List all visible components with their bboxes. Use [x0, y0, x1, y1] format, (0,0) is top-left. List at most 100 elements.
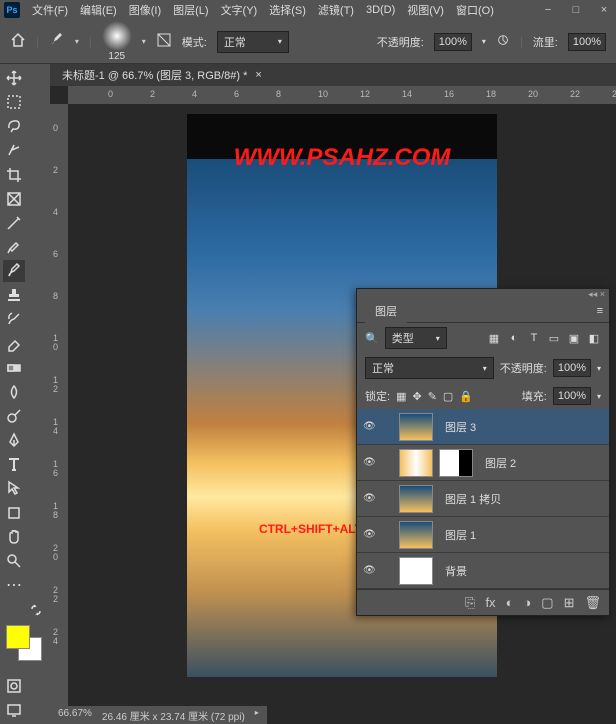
collapse-icon[interactable]: ◂◂	[588, 289, 597, 300]
layer-opacity-input[interactable]: 100%	[553, 359, 591, 377]
layer-name[interactable]: 背景	[445, 563, 467, 579]
panel-close-icon[interactable]: ×	[600, 289, 605, 299]
eyedropper-tool[interactable]	[3, 212, 25, 234]
blur-tool[interactable]	[3, 381, 25, 403]
lock-image-icon[interactable]: ✎	[428, 390, 437, 403]
path-select-tool[interactable]	[3, 477, 25, 499]
pressure-opacity-icon[interactable]	[496, 33, 510, 50]
panel-menu-icon[interactable]: ≡	[597, 305, 603, 317]
shape-tool[interactable]	[3, 502, 25, 524]
layer-name[interactable]: 图层 3	[445, 419, 476, 435]
minimize-button[interactable]: −	[540, 2, 556, 18]
lasso-tool[interactable]	[3, 115, 25, 137]
layer-thumbnail[interactable]	[399, 521, 433, 549]
edit-toolbar[interactable]: ⋯	[3, 574, 25, 596]
history-brush-tool[interactable]	[3, 308, 25, 330]
visibility-icon[interactable]: 👁	[363, 457, 377, 468]
hand-tool[interactable]	[3, 526, 25, 548]
filter-toggle[interactable]: ◧	[587, 331, 601, 345]
layer-thumbnail[interactable]	[399, 485, 433, 513]
group-icon[interactable]: ▢	[541, 595, 553, 611]
lock-artboard-icon[interactable]: ▢	[443, 390, 453, 403]
menu-view[interactable]: 视图(V)	[407, 2, 444, 18]
layer-thumbnail[interactable]	[399, 557, 433, 585]
layer-row[interactable]: 👁 图层 1	[357, 517, 609, 553]
layer-row[interactable]: 👁 图层 2	[357, 445, 609, 481]
brush-settings-icon[interactable]	[156, 32, 172, 51]
layer-name[interactable]: 图层 1 拷贝	[445, 491, 501, 507]
menu-edit[interactable]: 编辑(E)	[80, 2, 117, 18]
zoom-level[interactable]: 66.67%	[58, 708, 92, 722]
frame-tool[interactable]	[3, 188, 25, 210]
swap-colors-icon[interactable]	[30, 604, 42, 616]
menu-filter[interactable]: 滤镜(T)	[318, 2, 354, 18]
document-tab[interactable]: 未标题-1 @ 66.7% (图层 3, RGB/8#) * ×	[50, 64, 616, 86]
menu-type[interactable]: 文字(Y)	[221, 2, 258, 18]
fill-input[interactable]: 100%	[553, 387, 591, 405]
menu-window[interactable]: 窗口(O)	[456, 2, 494, 18]
visibility-icon[interactable]: 👁	[363, 493, 377, 504]
stamp-tool[interactable]	[3, 284, 25, 306]
filter-shape-icon[interactable]: ▭	[547, 331, 561, 345]
screenmode-tool[interactable]	[3, 699, 25, 721]
quickmask-tool[interactable]	[3, 675, 25, 697]
filter-type-dropdown[interactable]: 类型▾	[385, 327, 447, 349]
layers-tab[interactable]: 图层	[365, 299, 407, 323]
blend-mode-dropdown[interactable]: 正常 ▾	[217, 31, 289, 53]
move-tool[interactable]	[3, 67, 25, 89]
menu-select[interactable]: 选择(S)	[269, 2, 306, 18]
filter-smart-icon[interactable]: ▣	[567, 331, 581, 345]
layer-row[interactable]: 👁 图层 3	[357, 409, 609, 445]
layer-thumbnail[interactable]	[399, 449, 433, 477]
color-swatches[interactable]	[6, 625, 46, 665]
type-tool[interactable]	[3, 453, 25, 475]
visibility-icon[interactable]: 👁	[363, 529, 377, 540]
pen-tool[interactable]	[3, 429, 25, 451]
close-button[interactable]: ×	[596, 2, 612, 18]
mask-thumbnail[interactable]	[439, 449, 473, 477]
dodge-tool[interactable]	[3, 405, 25, 427]
gradient-tool[interactable]	[3, 357, 25, 379]
layer-thumbnail[interactable]	[399, 413, 433, 441]
layer-row[interactable]: 👁 图层 1 拷贝	[357, 481, 609, 517]
flow-input[interactable]: 100%	[568, 33, 606, 51]
brush-preview[interactable]	[102, 21, 132, 51]
lock-pixels-icon[interactable]: ▦	[396, 390, 406, 403]
crop-tool[interactable]	[3, 164, 25, 186]
eraser-tool[interactable]	[3, 333, 25, 355]
filter-adjust-icon[interactable]: ◐	[507, 331, 521, 345]
mask-icon[interactable]: ◐	[506, 595, 514, 610]
home-icon[interactable]	[10, 32, 26, 51]
delete-layer-icon[interactable]: 🗑	[584, 595, 601, 611]
adjustment-icon[interactable]: ◑	[523, 595, 531, 610]
lock-position-icon[interactable]: ✥	[412, 390, 421, 403]
visibility-icon[interactable]: 👁	[363, 421, 377, 432]
visibility-icon[interactable]: 👁	[363, 565, 377, 576]
zoom-tool[interactable]	[3, 550, 25, 572]
lock-all-icon[interactable]: 🔒	[459, 390, 473, 403]
panel-drag-handle[interactable]: ◂◂ ×	[357, 289, 609, 299]
menu-file[interactable]: 文件(F)	[32, 2, 68, 18]
layer-name[interactable]: 图层 2	[485, 455, 516, 471]
layer-row[interactable]: 👁 背景	[357, 553, 609, 589]
heal-tool[interactable]	[3, 236, 25, 258]
link-layers-icon[interactable]: ⎘	[465, 595, 475, 611]
menu-3d[interactable]: 3D(D)	[366, 4, 395, 16]
quick-select-tool[interactable]	[3, 139, 25, 161]
layer-name[interactable]: 图层 1	[445, 527, 476, 543]
brush-tool[interactable]	[3, 260, 25, 282]
search-icon[interactable]: 🔍	[365, 332, 379, 345]
marquee-tool[interactable]	[3, 91, 25, 113]
filter-pixel-icon[interactable]: ▦	[487, 331, 501, 345]
filter-type-icon[interactable]: T	[527, 331, 541, 345]
fg-color[interactable]	[6, 625, 30, 649]
brush-tool-icon[interactable]	[49, 32, 65, 51]
maximize-button[interactable]: □	[568, 2, 584, 18]
tab-close-icon[interactable]: ×	[255, 69, 261, 81]
fx-icon[interactable]: fx	[485, 595, 495, 610]
opacity-input[interactable]: 100%	[434, 33, 472, 51]
new-layer-icon[interactable]: ⊞	[564, 595, 575, 611]
menu-image[interactable]: 图像(I)	[129, 2, 161, 18]
menu-layer[interactable]: 图层(L)	[173, 2, 208, 18]
layer-blend-dropdown[interactable]: 正常▾	[365, 357, 494, 379]
